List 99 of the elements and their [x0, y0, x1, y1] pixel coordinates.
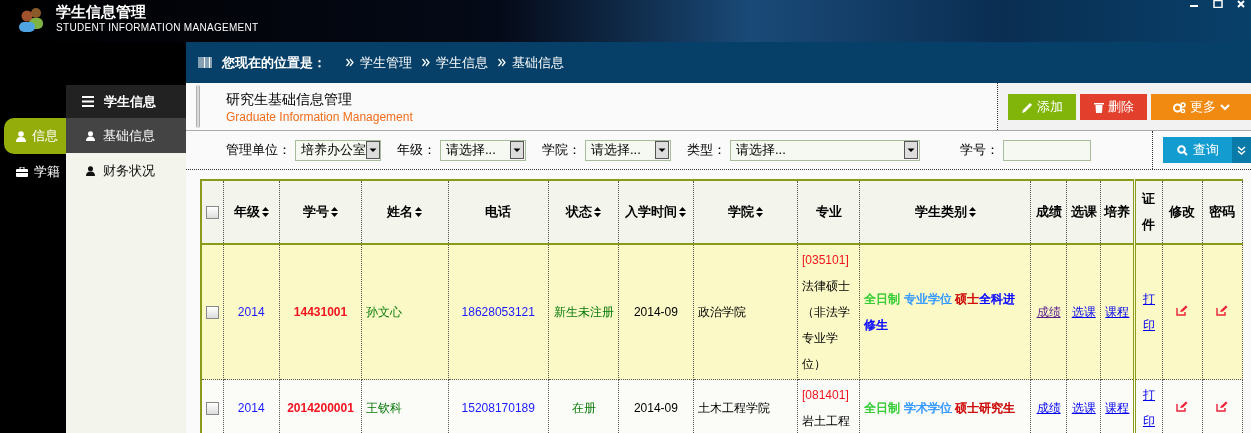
column-header: 密码 — [1202, 180, 1243, 244]
menu-item[interactable]: 基础信息 — [66, 118, 186, 153]
status-cell: 在册 — [548, 379, 619, 433]
filter-label: 学院： — [542, 141, 581, 159]
column-header: 修改 — [1162, 180, 1203, 244]
filter-label: 学号： — [960, 141, 999, 159]
location-label: 您现在的位置是： — [222, 53, 326, 72]
sort-icon — [594, 207, 602, 217]
column-header[interactable]: 姓名 — [361, 180, 449, 244]
breadcrumb-link[interactable]: 基础信息 — [512, 53, 564, 72]
college-cell: 土木工程学院 — [693, 379, 798, 433]
barcode-icon — [198, 57, 212, 68]
name-cell: 王钦科 — [361, 379, 449, 433]
breadcrumb-link[interactable]: 学生信息 — [436, 53, 488, 72]
name-cell: 孙文心 — [361, 244, 449, 380]
user-icon — [86, 130, 95, 141]
college-cell: 政治学院 — [693, 244, 798, 380]
column-header[interactable]: 入学时间 — [618, 180, 694, 244]
column-header[interactable]: 学号 — [279, 180, 362, 244]
select-field[interactable]: 请选择... — [585, 139, 671, 161]
column-header[interactable]: 学院 — [693, 180, 798, 244]
major-code: [035101] — [802, 252, 850, 269]
filter-label: 年级： — [397, 141, 436, 159]
delete-button[interactable]: 删除 — [1080, 94, 1147, 120]
nav-item[interactable]: 学籍 — [4, 154, 66, 190]
select-field[interactable]: 请选择... — [440, 139, 526, 161]
student-id-cell: 2014200001 — [279, 379, 362, 433]
menu-item[interactable]: 财务状况 — [66, 153, 186, 188]
table-link[interactable]: 课程 — [1105, 305, 1130, 319]
major-name: 法律硕士（非法学专业学位） — [802, 278, 851, 373]
sort-icon — [679, 207, 687, 217]
sort-icon — [755, 207, 763, 217]
status-cell: 新生未注册 — [548, 244, 619, 380]
double-chevron-icon — [346, 58, 354, 67]
sort-icon — [415, 207, 423, 217]
user-icon — [86, 165, 95, 176]
column-header[interactable]: 学生类别 — [859, 180, 1031, 244]
gears-icon — [1172, 101, 1186, 113]
column-header: 专业 — [797, 180, 860, 244]
app-title: 学生信息管理 — [56, 3, 147, 22]
table-link[interactable]: 打印 — [1142, 286, 1155, 338]
sort-icon — [331, 207, 338, 217]
table-link[interactable]: 成绩 — [1036, 401, 1061, 415]
row-checkbox[interactable] — [206, 306, 219, 320]
student-type: 全日制 专业学位 硕士全科进修生 — [864, 292, 1015, 332]
menu-icon — [82, 96, 94, 107]
column-header[interactable]: 年级 — [223, 180, 280, 244]
column-header: 电话 — [448, 180, 549, 244]
grade-cell: 2014 — [223, 379, 280, 433]
edit-icon[interactable] — [1176, 401, 1189, 412]
table-link[interactable]: 课程 — [1105, 401, 1130, 415]
page-title: 研究生基础信息管理 — [226, 91, 353, 109]
user-icon — [16, 130, 26, 142]
chevron-down-icon — [1219, 103, 1230, 111]
filter-label: 管理单位： — [226, 141, 291, 159]
student-type: 全日制 学术学位 硕士研究生 — [864, 401, 1015, 415]
phone-cell: 15208170189 — [448, 379, 549, 433]
major-name: 岩土工程 — [802, 413, 851, 430]
column-header[interactable]: 状态 — [548, 180, 619, 244]
column-header: 证件 — [1134, 180, 1163, 244]
select-all-checkbox[interactable] — [205, 206, 219, 220]
pencil-icon — [1021, 101, 1033, 113]
double-chevron-icon — [422, 58, 430, 67]
section-title: 学生信息 — [104, 92, 156, 111]
edit-icon[interactable] — [1216, 401, 1229, 412]
select-field[interactable]: 请选择... — [730, 139, 920, 161]
input-field[interactable] — [1003, 139, 1091, 161]
sort-icon — [968, 207, 976, 217]
row-checkbox[interactable] — [206, 402, 219, 416]
splitter-handle[interactable] — [196, 85, 200, 128]
app-subtitle: STUDENT INFORMATION MANAGEMENT — [56, 22, 259, 33]
table-link[interactable]: 选课 — [1071, 305, 1096, 319]
page-subtitle: Graduate Information Management — [226, 110, 413, 124]
edit-icon[interactable] — [1216, 305, 1229, 316]
select-field[interactable]: 培养办公室 — [295, 139, 381, 161]
maximize-icon[interactable] — [1213, 0, 1223, 8]
expand-button[interactable] — [1232, 137, 1251, 163]
edit-icon[interactable] — [1176, 305, 1189, 316]
column-header: 培养 — [1100, 180, 1135, 244]
table-link[interactable]: 成绩 — [1036, 305, 1061, 319]
column-header: 成绩 — [1030, 180, 1067, 244]
grade-cell: 2014 — [223, 244, 280, 380]
major-code: [081401] — [802, 387, 850, 404]
briefcase-icon — [16, 167, 28, 177]
breadcrumb-link[interactable]: 学生管理 — [360, 53, 412, 72]
search-icon — [1176, 144, 1188, 156]
table-link[interactable]: 选课 — [1071, 401, 1096, 415]
close-icon[interactable] — [1237, 0, 1245, 8]
filter-label: 类型： — [687, 141, 726, 159]
trash-icon — [1093, 101, 1104, 113]
student-id-cell: 14431001 — [279, 244, 362, 380]
phone-cell: 18628053121 — [448, 244, 549, 380]
enrollment-cell: 2014-09 — [618, 379, 694, 433]
users-icon — [16, 6, 46, 32]
column-header: 选课 — [1066, 180, 1101, 244]
enrollment-cell: 2014-09 — [618, 244, 694, 380]
double-chevron-down-icon — [1237, 145, 1246, 155]
double-chevron-icon — [498, 58, 506, 67]
sort-icon — [261, 207, 269, 217]
